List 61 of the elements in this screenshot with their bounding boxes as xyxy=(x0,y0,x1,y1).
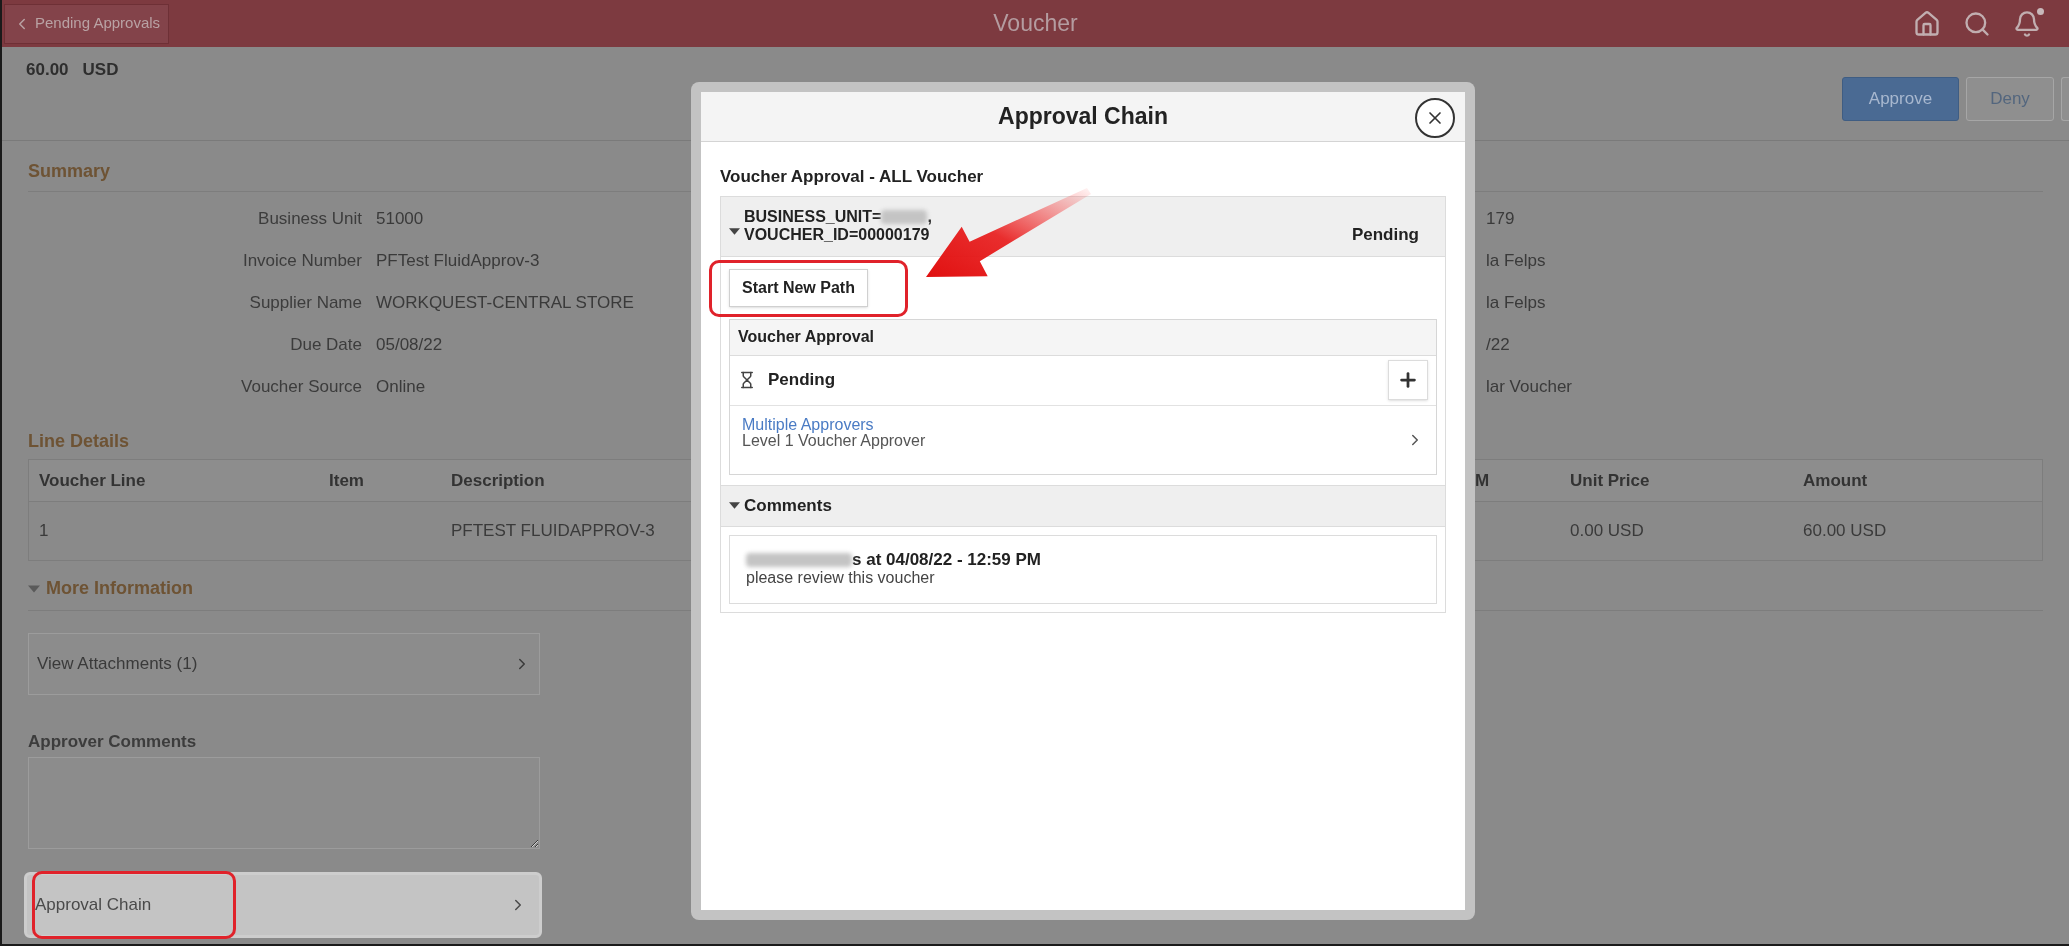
comments-field[interactable] xyxy=(28,756,540,849)
attachments-link[interactable]: View Attachments (1) xyxy=(28,633,540,695)
field-value: 179 xyxy=(1486,208,1515,231)
approver-link[interactable]: Multiple Approvers xyxy=(742,416,926,433)
section-heading: Line Details xyxy=(28,430,130,453)
column-header: M xyxy=(1475,470,1490,490)
approval-chain-link[interactable]: Approval Chain xyxy=(24,871,542,938)
field-value: /22 xyxy=(1486,334,1510,357)
add-button[interactable] xyxy=(1388,360,1428,400)
back-button[interactable]: Pending Approvals xyxy=(4,3,170,44)
column-header: Item xyxy=(329,470,364,490)
path-status: Pending xyxy=(1351,224,1419,247)
field-label: Business Unit xyxy=(257,208,362,231)
comment-author: s at 04/08/22 - 12:59 PM xyxy=(852,551,1041,569)
field-value: 51000 xyxy=(376,208,424,231)
home-icon[interactable] xyxy=(1913,9,1941,38)
field-value: la Felps xyxy=(1486,292,1546,315)
section-heading: More Information xyxy=(46,577,193,600)
field-label: Voucher Source xyxy=(240,376,362,399)
field-label: Supplier Name xyxy=(248,292,362,315)
field-label: Approver Comments xyxy=(28,731,198,753)
dialog-title: Approval Chain xyxy=(998,102,1168,132)
field-value: WORKQUEST-CENTRAL STORE xyxy=(376,292,634,315)
path-key: , xyxy=(927,208,932,226)
comments-heading: Comments xyxy=(744,494,832,517)
table-cell: 1 xyxy=(39,521,49,541)
column-header: Voucher Line xyxy=(39,470,146,490)
start-new-path-button[interactable]: Start New Path xyxy=(729,268,868,307)
field-label: Invoice Number xyxy=(241,250,362,273)
blurred-redaction xyxy=(881,210,928,224)
approver-role: Level 1 Voucher Approver xyxy=(742,432,926,449)
amount-currency: USD xyxy=(82,59,119,81)
path-key: BUSINESS_UNIT= xyxy=(744,208,882,226)
comment-text: please review this voucher xyxy=(746,569,936,587)
page-title: Voucher xyxy=(993,9,1078,39)
notification-bell-icon[interactable] xyxy=(2013,9,2041,38)
approve-button[interactable]: Approve xyxy=(1842,77,1959,121)
field-value: la Felps xyxy=(1486,250,1546,273)
search-icon[interactable] xyxy=(1963,9,1991,38)
caret-down-icon[interactable] xyxy=(729,500,740,511)
field-value: 05/08/22 xyxy=(376,334,443,357)
plus-icon xyxy=(1397,369,1419,391)
table-cell: 0.00 USD xyxy=(1570,521,1644,541)
stage-title: Voucher Approval xyxy=(730,319,1436,356)
table-cell: PFTEST FLUIDAPPROV-3 xyxy=(451,521,655,541)
column-header: Amount xyxy=(1803,470,1868,490)
column-header: Unit Price xyxy=(1570,470,1650,490)
field-value: Online xyxy=(376,376,426,399)
amount-value: 60.00 xyxy=(26,59,69,81)
field-value: PFTest FluidApprov-3 xyxy=(376,250,540,273)
path-key: VOUCHER_ID=00000179 xyxy=(744,226,932,244)
caret-down-icon[interactable] xyxy=(729,225,740,237)
hourglass-icon xyxy=(738,371,756,389)
field-value: lar Voucher xyxy=(1486,376,1572,399)
table-cell: 60.00 USD xyxy=(1803,521,1887,541)
column-header: Description xyxy=(451,470,545,490)
deny-button[interactable]: Deny xyxy=(1966,77,2054,121)
process-title: Voucher Approval - ALL Voucher xyxy=(720,166,985,188)
field-label: Due Date xyxy=(289,334,362,357)
step-status: Pending xyxy=(768,369,836,392)
close-button[interactable] xyxy=(1415,98,1455,138)
